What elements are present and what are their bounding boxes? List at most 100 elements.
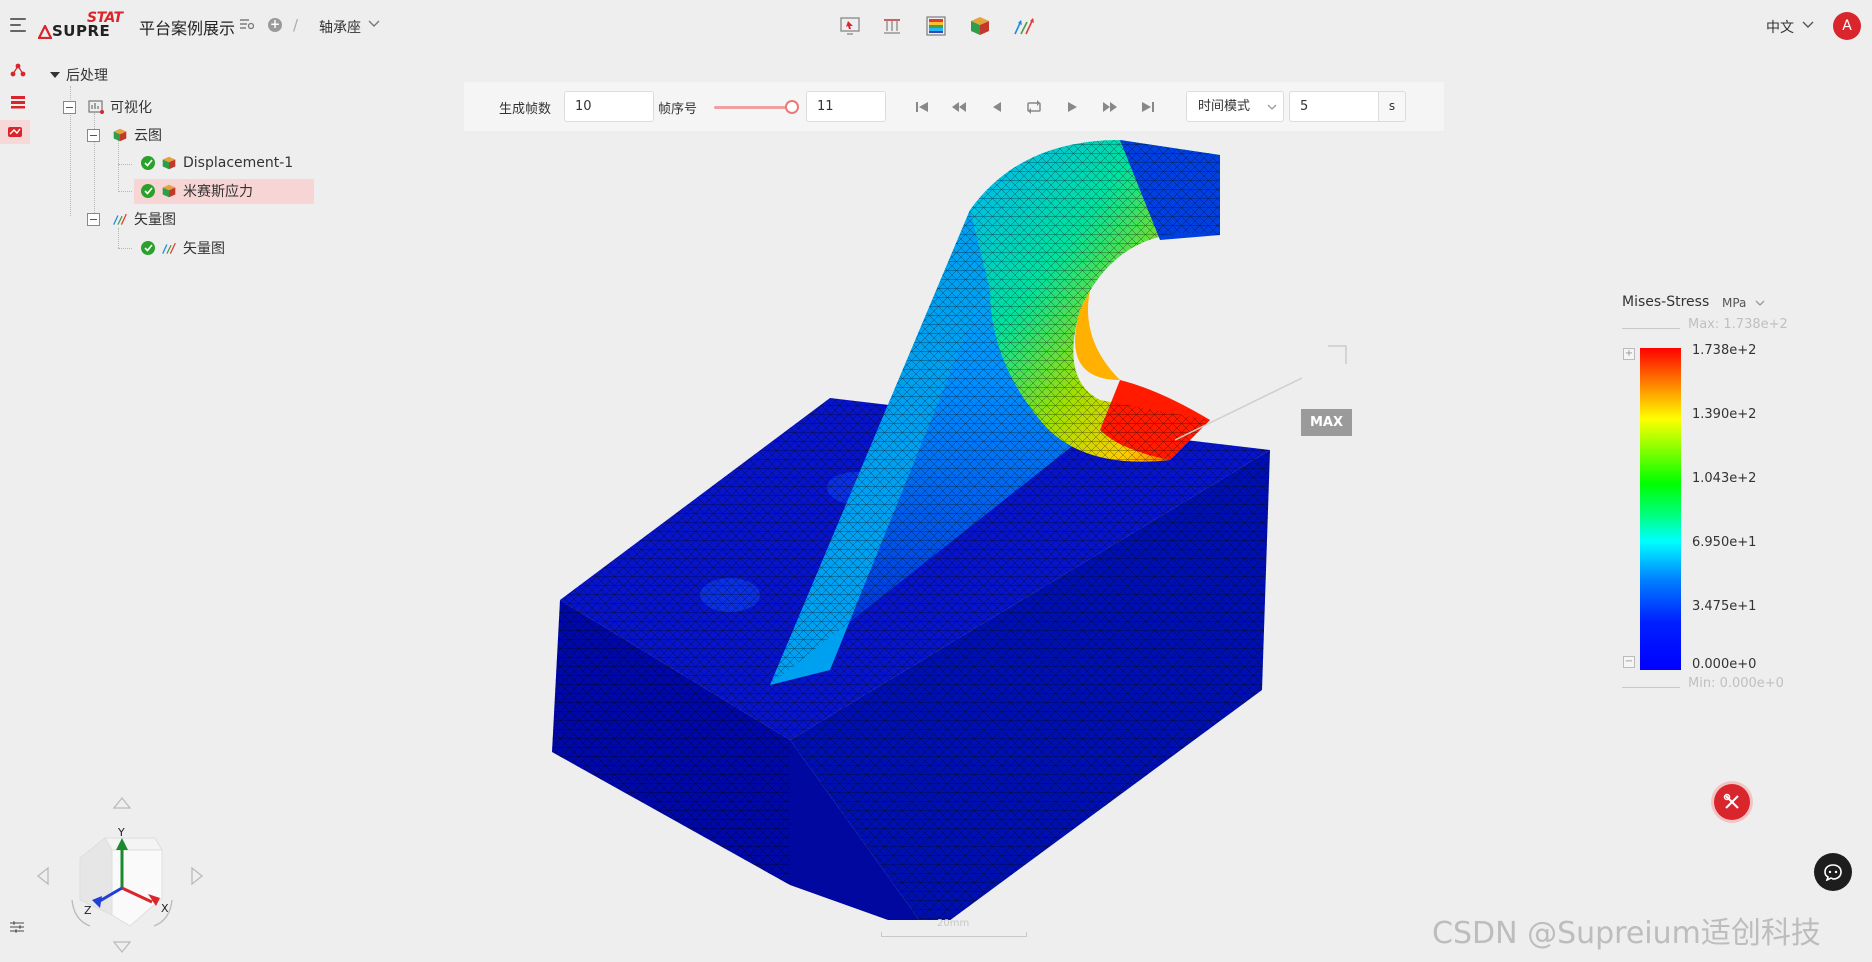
tree-node-vector[interactable]: 矢量图 xyxy=(87,207,176,231)
collapse-icon[interactable] xyxy=(63,100,76,114)
tree-guide xyxy=(118,191,132,192)
visualization-icon xyxy=(88,99,104,115)
cube-icon xyxy=(161,183,177,199)
collapse-icon[interactable] xyxy=(87,128,100,142)
rotate-up-icon[interactable] xyxy=(112,796,132,809)
cube-icon xyxy=(112,127,128,143)
last-frame-icon[interactable] xyxy=(1138,97,1158,117)
legend-max-line xyxy=(1622,328,1680,329)
duration-input[interactable]: 5 xyxy=(1289,91,1379,122)
breadcrumb-separator: / xyxy=(293,16,299,34)
legend-color-bar xyxy=(1640,348,1681,670)
caret-down-icon[interactable] xyxy=(50,72,60,78)
legend-tick: 1.390e+2 xyxy=(1692,407,1757,422)
rotate-down-icon[interactable] xyxy=(112,941,132,954)
max-leader-line xyxy=(1174,377,1303,441)
tree-guide xyxy=(118,228,119,248)
first-frame-icon[interactable] xyxy=(912,97,932,117)
legend-unit-selector[interactable]: MPa xyxy=(1722,296,1746,310)
settings-sliders-icon[interactable] xyxy=(9,920,25,934)
tree-node-visualization[interactable]: 可视化 xyxy=(63,95,152,119)
chevron-down-icon[interactable] xyxy=(368,20,380,28)
legend-title: Mises-Stress xyxy=(1622,294,1710,310)
step-back-icon[interactable] xyxy=(987,97,1007,117)
vector-icon xyxy=(112,211,128,227)
model-selector[interactable]: 轴承座 xyxy=(319,17,361,37)
legend-min-text: Min: 0.000e+0 xyxy=(1688,676,1784,691)
tree-label: 矢量图 xyxy=(134,212,176,228)
scale-line xyxy=(881,932,1027,937)
duration-unit: s xyxy=(1378,91,1406,122)
legend-expand-icon[interactable]: + xyxy=(1623,348,1635,360)
frame-index-label: 帧序号 xyxy=(658,102,698,117)
tree-guide xyxy=(118,140,119,190)
legend-max-text: Max: 1.738e+2 xyxy=(1688,317,1788,332)
chevron-down-icon[interactable] xyxy=(1802,21,1814,29)
tree-guide xyxy=(118,164,132,165)
top-bar: STAT SUPRE 平台案例展示 + / 轴承座 中文 A xyxy=(0,0,1872,52)
rail-list-icon[interactable] xyxy=(6,90,30,114)
model-viewport[interactable] xyxy=(520,140,1400,920)
legend-tick: 3.475e+1 xyxy=(1692,599,1757,614)
chevron-down-icon[interactable] xyxy=(1755,300,1765,307)
frame-slider-track[interactable] xyxy=(714,106,794,109)
tree-root-postprocess[interactable]: 后处理 xyxy=(50,63,108,87)
tree-guide xyxy=(118,248,132,249)
legend-tick: 0.000e+0 xyxy=(1692,657,1757,672)
project-settings-icon[interactable] xyxy=(240,18,254,30)
chat-icon xyxy=(1824,864,1842,881)
check-icon[interactable] xyxy=(141,241,155,255)
tools-icon xyxy=(1723,793,1739,809)
navigation-cube[interactable]: Y X Z xyxy=(30,790,210,960)
tree-item-vector[interactable]: 矢量图 xyxy=(141,236,225,260)
vector-icon[interactable] xyxy=(1010,12,1038,40)
loop-icon[interactable] xyxy=(1024,97,1044,117)
fast-forward-icon[interactable] xyxy=(1100,97,1120,117)
tree-label: 矢量图 xyxy=(183,241,225,257)
cube-icon[interactable] xyxy=(966,12,994,40)
time-mode-select[interactable]: 时间模式 xyxy=(1186,91,1284,122)
color-legend: Mises-Stress MPa Max: 1.738e+2 + − 1.738… xyxy=(1620,290,1800,700)
add-project-icon[interactable]: + xyxy=(268,18,282,32)
legend-collapse-icon[interactable]: − xyxy=(1623,656,1635,668)
legend-tick: 6.950e+1 xyxy=(1692,535,1757,550)
rail-postprocess-icon[interactable] xyxy=(0,120,30,144)
rewind-icon[interactable] xyxy=(949,97,969,117)
probe-icon[interactable] xyxy=(836,12,864,40)
vector-icon xyxy=(161,240,177,256)
collapse-icon[interactable] xyxy=(87,212,100,226)
frame-slider-handle[interactable] xyxy=(785,100,799,114)
watermark: CSDN @Supreium适创科技 xyxy=(1432,916,1821,951)
check-icon[interactable] xyxy=(141,156,155,170)
app-logo: STAT SUPRE xyxy=(38,10,126,42)
frame-index-input[interactable]: 11 xyxy=(806,91,886,122)
scale-bar: 20mm xyxy=(881,918,1027,938)
max-marker-bracket xyxy=(1328,345,1347,364)
tree-item-mises-stress[interactable]: 米赛斯应力 xyxy=(141,179,253,203)
frames-input[interactable]: 10 xyxy=(564,91,654,122)
language-selector[interactable]: 中文 xyxy=(1766,17,1794,37)
tools-button[interactable] xyxy=(1714,784,1750,820)
frames-label: 生成帧数 xyxy=(499,102,552,117)
contour-icon[interactable] xyxy=(922,12,950,40)
cube-icon xyxy=(161,155,177,171)
user-avatar[interactable]: A xyxy=(1833,12,1861,40)
check-icon[interactable] xyxy=(141,184,155,198)
max-tag[interactable]: MAX xyxy=(1301,409,1352,436)
rail-model-icon[interactable] xyxy=(6,58,30,82)
tree-item-displacement[interactable]: Displacement-1 xyxy=(141,151,293,175)
rotate-right-icon[interactable] xyxy=(191,866,204,886)
legend-tick: 1.043e+2 xyxy=(1692,471,1757,486)
chat-assistant-button[interactable] xyxy=(1814,853,1852,891)
rotate-left-icon[interactable] xyxy=(36,866,49,886)
tree-node-contour[interactable]: 云图 xyxy=(87,123,162,147)
tree-label: 可视化 xyxy=(110,100,152,116)
axis-y-label: Y xyxy=(117,826,125,839)
chevron-down-icon[interactable] xyxy=(1267,104,1277,111)
play-icon[interactable] xyxy=(1062,97,1082,117)
logo-mark-icon xyxy=(38,25,52,39)
time-mode-value: 时间模式 xyxy=(1198,99,1251,114)
tree-label: 米赛斯应力 xyxy=(183,184,253,200)
constraint-icon[interactable] xyxy=(878,12,906,40)
menu-icon[interactable] xyxy=(10,18,26,32)
